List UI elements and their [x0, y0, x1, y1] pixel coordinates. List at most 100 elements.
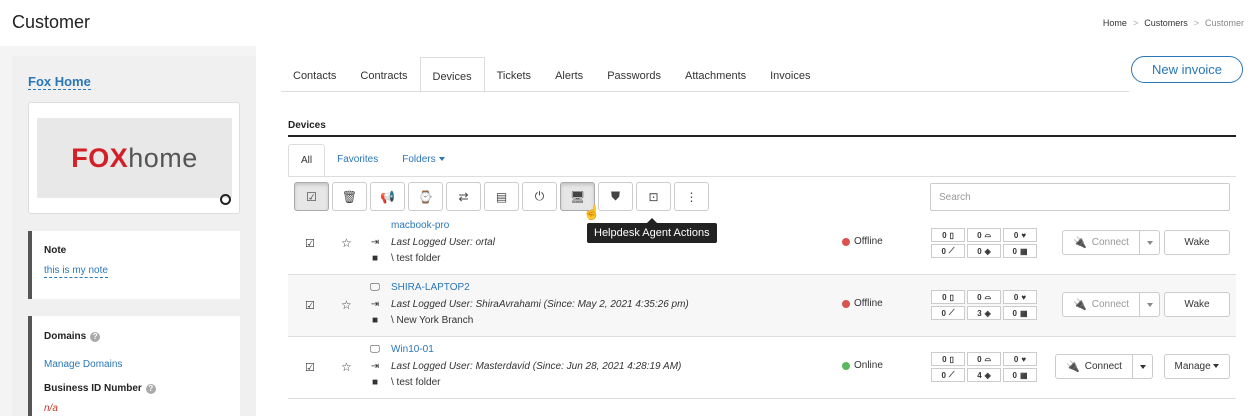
- subtab-favorites[interactable]: Favorites: [325, 144, 390, 177]
- chevron-down-icon: [1213, 364, 1220, 369]
- help-icon[interactable]: ?: [145, 383, 156, 394]
- connect-dropdown-button[interactable]: [1133, 354, 1153, 379]
- subtab-folders[interactable]: Folders: [390, 144, 456, 177]
- subtab-all[interactable]: All: [288, 144, 326, 177]
- connect-dropdown-button[interactable]: [1140, 230, 1160, 255]
- heart-icon: ♥: [1021, 292, 1027, 302]
- stat-badge[interactable]: 4 ◈: [967, 368, 1001, 382]
- star-icon[interactable]: ☆: [341, 360, 352, 374]
- desktop-icon: 🖵: [370, 344, 380, 355]
- check-square-button[interactable]: ☑: [294, 182, 329, 211]
- stat-badge[interactable]: 0 ◈: [967, 244, 1001, 258]
- business-id-value[interactable]: n/a: [44, 403, 58, 414]
- tab-devices[interactable]: Devices: [419, 57, 485, 93]
- device-search-input[interactable]: [930, 183, 1230, 211]
- device-name-link[interactable]: Win10-01: [391, 344, 434, 355]
- drive-clock-icon: ⌚: [418, 189, 433, 204]
- device-stats: 0 ▯ 0 ⌓ 0 ♥ 0 ⟋ 4 ◈ 0 ▦: [931, 352, 1037, 382]
- device-name-link[interactable]: SHIRA-LAPTOP2: [391, 282, 470, 293]
- manage-domains-link[interactable]: Manage Domains: [44, 359, 122, 370]
- stat-badge[interactable]: 0 ⟋: [931, 306, 965, 320]
- table-row: ☑ ☆ macbook-pro ⇥ Last Logged User: orta…: [288, 213, 1236, 275]
- domains-label-text: Domains: [44, 331, 87, 342]
- company-name-link[interactable]: Fox Home: [28, 75, 91, 90]
- power-button[interactable]: ⏻: [522, 182, 557, 211]
- connect-button[interactable]: 🔌 Connect: [1062, 292, 1140, 317]
- remote-desktop-button[interactable]: ⊡: [636, 182, 671, 211]
- breadcrumb-separator: >: [1193, 18, 1199, 28]
- star-icon[interactable]: ☆: [341, 236, 352, 250]
- logo-edit-icon[interactable]: [220, 194, 231, 205]
- stat-badge[interactable]: 0 ♥: [1003, 290, 1037, 304]
- folder-icon: ■: [371, 377, 379, 388]
- remote-desktop-icon: ⊡: [648, 189, 659, 204]
- tab-contracts[interactable]: Contracts: [348, 57, 419, 93]
- connect-group: 🔌 Connect: [1062, 230, 1160, 255]
- tag-icon: ◈: [984, 308, 991, 318]
- note-value[interactable]: this is my note: [44, 265, 108, 278]
- stat-badge[interactable]: 0 ⟋: [931, 244, 965, 258]
- device-stats: 0 ▯ 0 ⌓ 0 ♥ 0 ⟋ 3 ◈ 0 ▦: [931, 290, 1037, 320]
- wake-button[interactable]: Wake: [1164, 230, 1230, 255]
- tab-attachments[interactable]: Attachments: [673, 57, 758, 93]
- stat-badge[interactable]: 0 ▦: [1003, 306, 1037, 320]
- more-vertical-button[interactable]: ⋮: [674, 182, 709, 211]
- row-checkbox[interactable]: ☑: [305, 299, 315, 312]
- drive-clock-button[interactable]: ⌚: [408, 182, 443, 211]
- script-button[interactable]: ▤: [484, 182, 519, 211]
- tab-contacts[interactable]: Contacts: [281, 57, 348, 93]
- drive-icon: ⌓: [984, 354, 991, 363]
- connect-button[interactable]: 🔌 Connect: [1062, 230, 1140, 255]
- stat-badge[interactable]: 0 ▯: [931, 352, 965, 366]
- stat-value: 3: [977, 308, 982, 318]
- last-logged-user: Last Logged User: ShiraAvrahami (Since: …: [391, 299, 689, 310]
- connect-button[interactable]: 🔌 Connect: [1055, 354, 1133, 379]
- new-invoice-button[interactable]: New invoice: [1131, 56, 1243, 83]
- helpdesk-tooltip: Helpdesk Agent Actions: [587, 218, 717, 243]
- breadcrumb-home[interactable]: Home: [1103, 18, 1127, 28]
- device-stats: 0 ▯ 0 ⌓ 0 ♥ 0 ⟋ 0 ◈ 0 ▦: [931, 228, 1037, 258]
- manage-button[interactable]: Manage: [1164, 354, 1230, 379]
- tab-invoices[interactable]: Invoices: [758, 57, 822, 93]
- company-card: Fox Home FOX home: [28, 73, 240, 214]
- row-checkbox[interactable]: ☑: [305, 361, 315, 374]
- stat-badge[interactable]: 0 ⌓: [967, 290, 1001, 304]
- stat-badge[interactable]: 0 ▦: [1003, 244, 1037, 258]
- login-icon: ⇥: [370, 299, 380, 310]
- wake-button[interactable]: Wake: [1164, 292, 1230, 317]
- row-checkbox[interactable]: ☑: [305, 237, 315, 250]
- status-text: Offline: [854, 298, 883, 309]
- stat-badge[interactable]: 3 ◈: [967, 306, 1001, 320]
- stat-badge[interactable]: 0 ⌓: [967, 352, 1001, 366]
- logo-text-fox: FOX: [71, 142, 129, 173]
- stat-badge[interactable]: 0 ⟋: [931, 368, 965, 382]
- connect-dropdown-button[interactable]: [1140, 292, 1160, 317]
- breadcrumb-customers[interactable]: Customers: [1144, 18, 1188, 28]
- help-icon[interactable]: ?: [90, 331, 101, 342]
- shield-icon: ⛊: [610, 189, 620, 203]
- drive-icon: ⌓: [984, 292, 991, 301]
- server-icon: ▯: [949, 292, 954, 302]
- breadcrumb-current: Customer: [1204, 18, 1244, 28]
- stat-badge[interactable]: 0 ▦: [1003, 368, 1037, 382]
- stat-badge[interactable]: 0 ♥: [1003, 228, 1037, 242]
- megaphone-button[interactable]: 📢: [370, 182, 405, 211]
- transfer-button[interactable]: ⇄: [446, 182, 481, 211]
- tab-alerts[interactable]: Alerts: [543, 57, 595, 93]
- stat-badge[interactable]: 0 ♥: [1003, 352, 1037, 366]
- tab-tickets[interactable]: Tickets: [485, 57, 543, 93]
- stat-badge[interactable]: 0 ▯: [931, 290, 965, 304]
- trash-button[interactable]: 🗑: [332, 182, 367, 211]
- shield-button[interactable]: ⛊: [598, 182, 633, 211]
- stat-badge[interactable]: 0 ▯: [931, 228, 965, 242]
- stat-badge[interactable]: 0 ⌓: [967, 228, 1001, 242]
- breadcrumb-separator: >: [1132, 18, 1139, 28]
- device-name-link[interactable]: macbook-pro: [391, 220, 449, 231]
- stat-value: 0: [1013, 292, 1019, 302]
- star-icon[interactable]: ☆: [341, 298, 352, 312]
- business-id-label: Business ID Number?: [44, 383, 156, 394]
- breadcrumb: Home > Customers > Customer: [1103, 18, 1244, 28]
- drive-icon: ⌓: [984, 230, 991, 239]
- tab-passwords[interactable]: Passwords: [595, 57, 673, 93]
- connect-label: Connect: [1091, 237, 1129, 248]
